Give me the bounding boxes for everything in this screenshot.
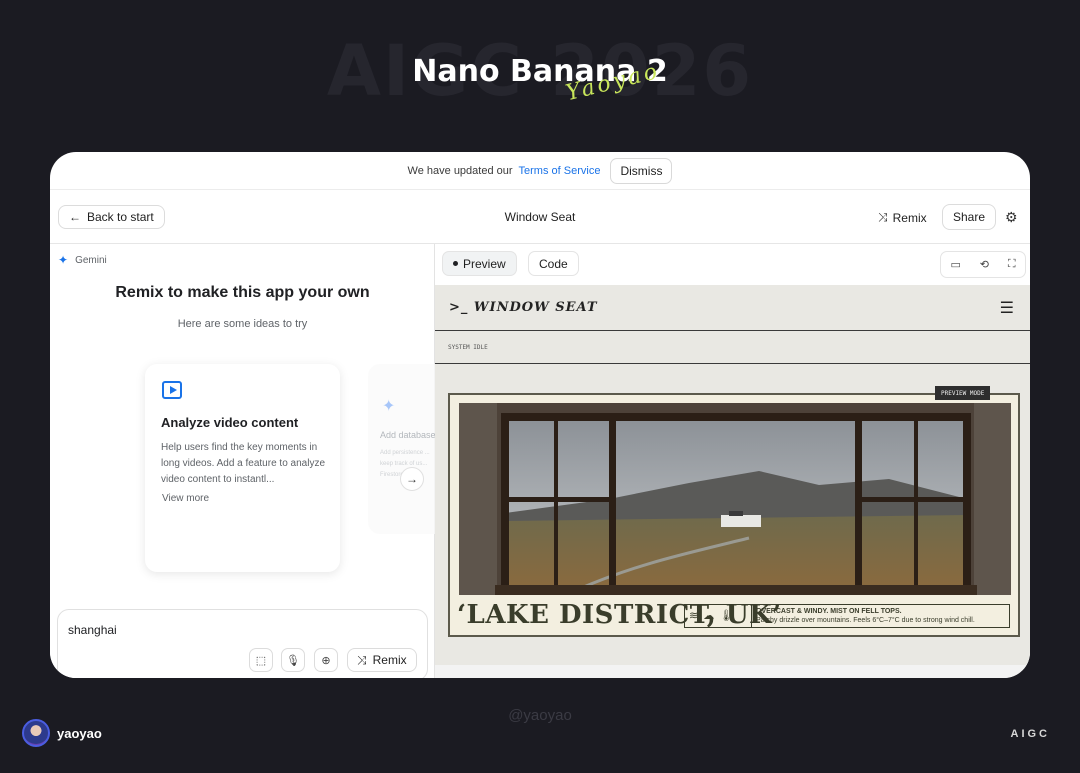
weather-icons: ≋☁🌡 <box>689 609 738 622</box>
tab-label: Preview <box>463 256 506 271</box>
preview-panel: Preview Code ▭ ⟲ ⛶ >_ WINDOW SEAT ☰ SYST… <box>435 244 1030 678</box>
footer-tag: AIGC <box>1010 728 1050 740</box>
author-name: yaoyao <box>57 726 102 741</box>
device-icon[interactable]: ▭ <box>950 258 960 271</box>
terms-banner: We have updated our Terms of Service Dis… <box>50 152 1030 190</box>
menu-icon[interactable]: ☰ <box>1000 298 1014 318</box>
site-logo-text: WINDOW SEAT <box>473 300 598 315</box>
poster-title: Nano Banana 2 <box>412 54 668 89</box>
arrow-right-icon[interactable]: → <box>400 467 424 491</box>
terms-link[interactable]: Terms of Service <box>519 165 601 177</box>
remix-icon: ⤨ <box>878 210 888 224</box>
idea-title: Add database <box>380 430 436 440</box>
status-text: SYSTEM IDLE <box>448 344 488 351</box>
settings-icon[interactable]: ⚙ <box>1005 209 1018 226</box>
wind-icon: ≋ <box>689 610 704 622</box>
idea-title: Analyze video content <box>161 415 299 430</box>
view-tools: ▭ ⟲ ⛶ <box>940 251 1026 278</box>
share-button[interactable]: Share <box>942 204 997 230</box>
preview-toolbar: Preview Code ▭ ⟲ ⛶ <box>435 244 1030 285</box>
weather-box: ≋☁🌡 OVERCAST & WINDY. MIST ON FELL TOPS.… <box>684 604 1010 628</box>
app-preview: >_ WINDOW SEAT ☰ SYSTEM IDLE ‘LAKE DISTR… <box>435 285 1030 665</box>
site-logo: >_ WINDOW SEAT <box>449 300 598 315</box>
weather-detail: Patchy drizzle over mountains. Feels 6°C… <box>756 617 975 624</box>
prompt-text[interactable]: shanghai <box>68 623 117 637</box>
tab-code[interactable]: Code <box>528 251 579 276</box>
postcard-frame: ‘LAKE DISTRICT, UK’ ≋☁🌡 OVERCAST & WINDY… <box>448 393 1020 637</box>
sparkle-icon: ✦ <box>382 398 396 415</box>
remix-header-button[interactable]: ⤨ Remix <box>878 210 927 225</box>
video-icon <box>162 381 182 399</box>
tab-preview[interactable]: Preview <box>442 251 517 276</box>
preview-mode-badge: PREVIEW MODE <box>935 386 991 400</box>
gemini-star-icon: ✦ <box>58 253 69 267</box>
status-bar: SYSTEM IDLE <box>435 332 1030 364</box>
app-window: We have updated our Terms of Service Dis… <box>50 152 1030 678</box>
plus-icon[interactable]: ⊕ <box>314 648 338 672</box>
fullscreen-icon[interactable]: ⛶ <box>1008 258 1016 271</box>
postcard-caption: ‘LAKE DISTRICT, UK’ ≋☁🌡 OVERCAST & WINDY… <box>457 600 1011 632</box>
window-view-image <box>459 403 1011 595</box>
model-name: Gemini <box>75 254 107 266</box>
mic-icon[interactable]: 🎙 <box>281 648 305 672</box>
view-more-link[interactable]: View more <box>162 493 209 504</box>
remix-label: Remix <box>892 210 927 225</box>
thermometer-icon: 🌡 <box>719 610 739 622</box>
divider <box>751 605 752 627</box>
remix-subheading: Here are some ideas to try <box>177 318 308 330</box>
site-header: >_ WINDOW SEAT ☰ <box>435 285 1030 331</box>
banner-text: We have updated our <box>407 164 513 177</box>
cloud-icon: ☁ <box>703 610 720 622</box>
refresh-icon[interactable]: ⟲ <box>980 258 989 271</box>
idea-description: Help users find the key moments in long … <box>161 442 326 485</box>
select-icon[interactable]: ⬚ <box>249 648 273 672</box>
model-label: ✦ Gemini <box>58 253 107 267</box>
remix-submit-button[interactable]: ⤨ Remix <box>347 648 417 672</box>
weather-summary: OVERCAST & WINDY. MIST ON FELL TOPS. <box>756 608 902 615</box>
terminal-icon: >_ <box>449 300 474 315</box>
author-handle: @yaoyao <box>508 707 572 724</box>
idea-card-video[interactable]: Analyze video content Help users find th… <box>145 364 340 572</box>
dismiss-button[interactable]: Dismiss <box>610 157 673 184</box>
chat-panel: ✦ Gemini Remix to make this app your own… <box>50 244 448 678</box>
app-header: ← Back to start Window Seat ⤨ Remix Shar… <box>50 191 1030 244</box>
remix-heading: Remix to make this app your own <box>115 284 370 301</box>
active-dot-icon <box>453 261 458 266</box>
remix-label: Remix <box>372 653 407 667</box>
prompt-input[interactable]: shanghai ⬚ 🎙 ⊕ ⤨ Remix <box>57 609 428 678</box>
remix-icon: ⤨ <box>357 652 367 667</box>
